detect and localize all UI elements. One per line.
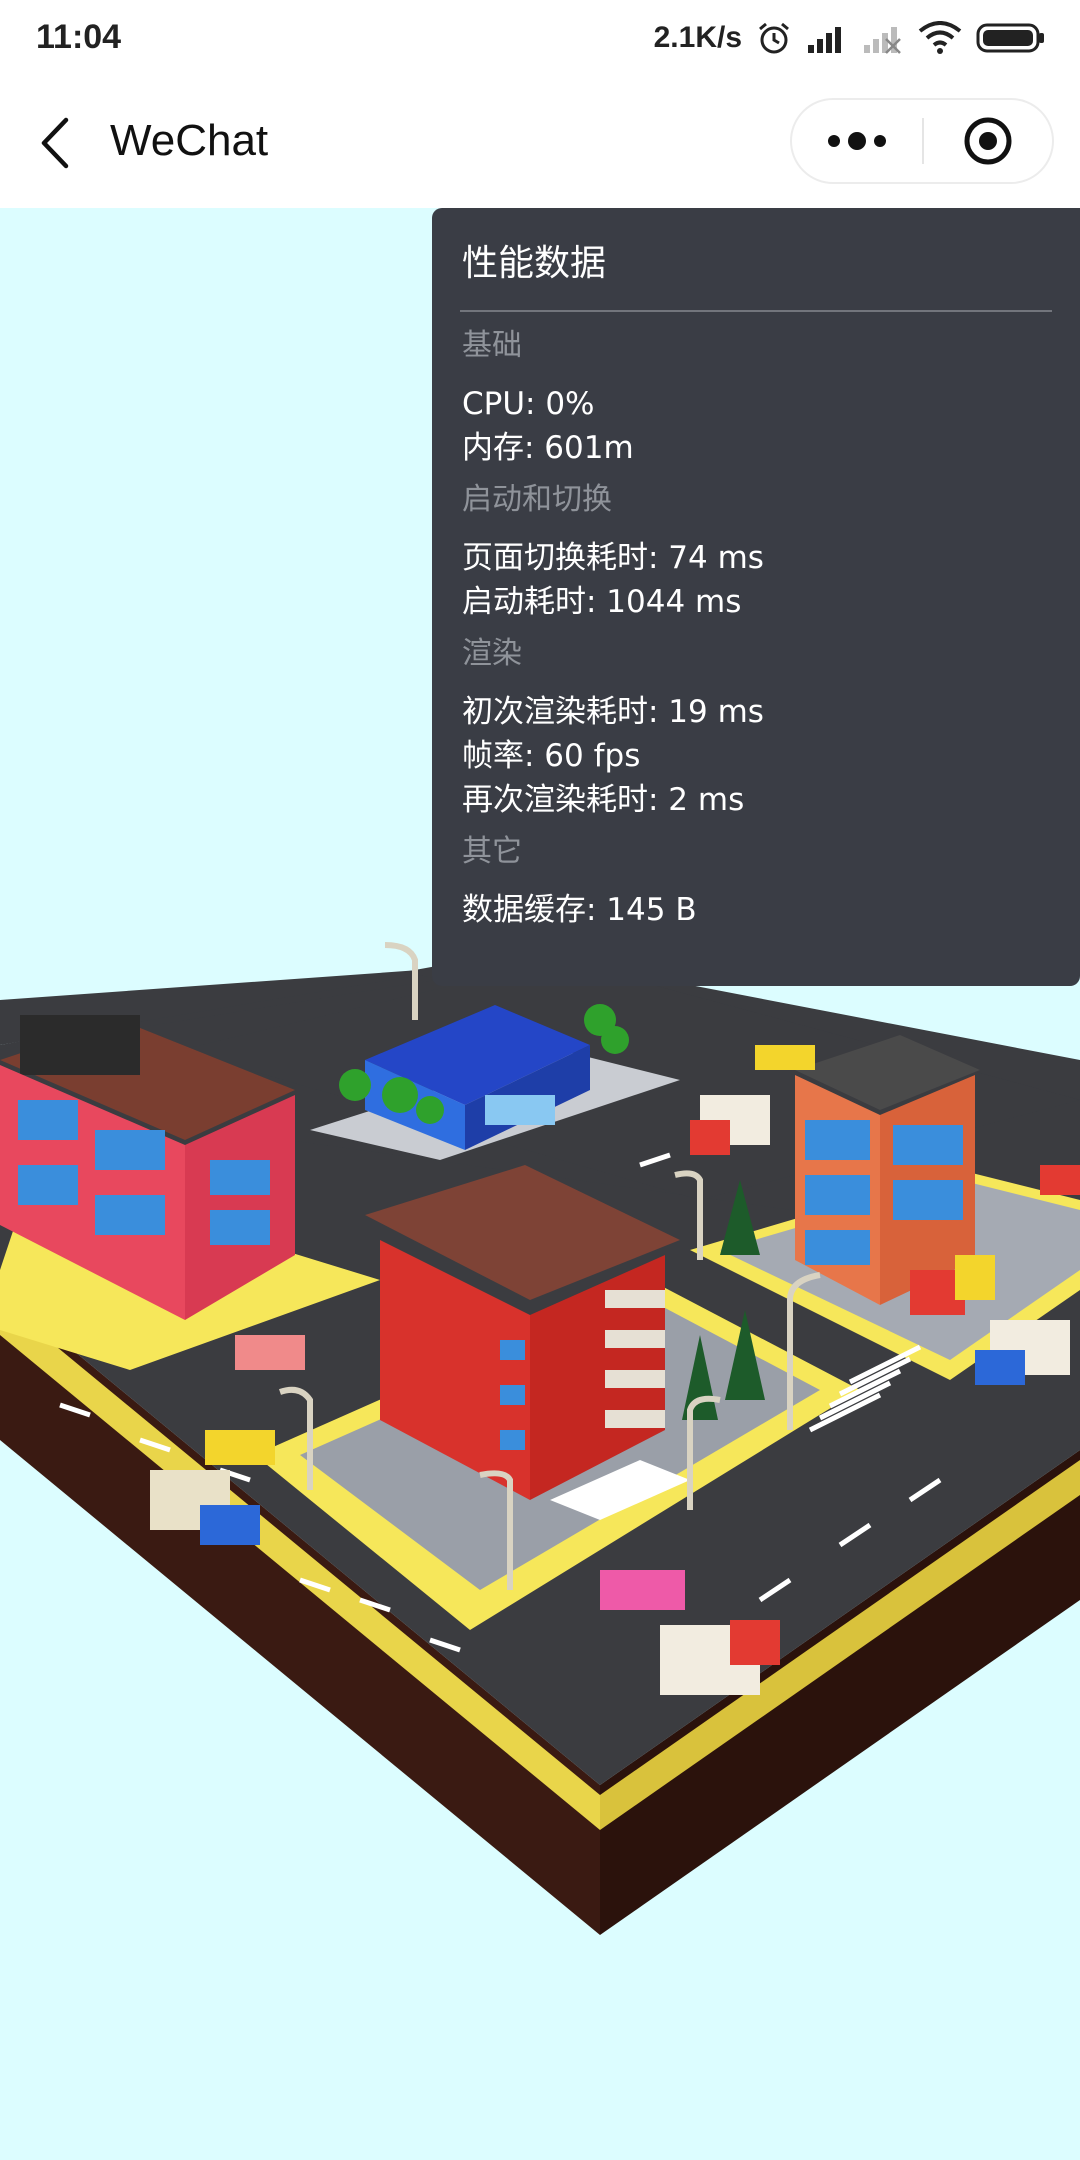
perf-title: 性能数据: [462, 243, 607, 284]
perf-section-basic: 基础 CPU: 0% 内存: 601m: [460, 324, 1052, 470]
signal-icon: [808, 27, 841, 53]
orange-building: [795, 1035, 980, 1305]
target-circle-icon: [964, 117, 1012, 165]
perf-section-launch: 启动和切换 页面切换耗时: 74 ms 启动耗时: 1044 ms: [460, 478, 1052, 624]
battery-icon: [976, 23, 1044, 53]
perf-cpu: CPU: 0%: [462, 386, 595, 422]
status-time: 11:04: [36, 18, 122, 56]
network-speed: 2.1K/s: [653, 21, 742, 54]
wifi-icon: [918, 21, 962, 54]
car-yellow: [205, 1430, 275, 1465]
perf-data-cache: 数据缓存: 145 B: [462, 892, 697, 928]
perf-section-heading: 渲染: [462, 636, 522, 671]
page-title: WeChat: [110, 116, 269, 165]
perf-page-switch-time: 页面切换耗时: 74 ms: [462, 540, 764, 576]
perf-section-heading: 启动和切换: [462, 482, 612, 517]
back-button[interactable]: [30, 108, 82, 178]
car-red-right: [1040, 1165, 1080, 1195]
performance-panel: 性能数据 基础 CPU: 0% 内存: 601m 启动和切换 页面切换耗时: 7…: [432, 208, 1080, 986]
more-button[interactable]: [792, 100, 922, 182]
nav-bar: WeChat: [0, 78, 1080, 208]
close-miniprogram-button[interactable]: [924, 100, 1052, 182]
perf-frame-rate: 帧率: 60 fps: [462, 738, 641, 774]
chevron-left-icon: [41, 117, 69, 169]
status-icons: 2.1K/s: [654, 14, 1046, 62]
perf-rerender-time: 再次渲染耗时: 2 ms: [462, 782, 745, 818]
perf-section-other: 其它 数据缓存: 145 B: [460, 830, 1052, 932]
perf-divider: [460, 310, 1052, 312]
perf-first-render-time: 初次渲染耗时: 19 ms: [462, 694, 764, 730]
more-dots-icon: [828, 132, 886, 150]
perf-launch-time: 启动耗时: 1044 ms: [462, 584, 742, 620]
car-back-yellow: [755, 1045, 815, 1070]
capsule-menu: [790, 98, 1054, 184]
perf-section-heading: 基础: [462, 328, 522, 363]
perf-section-heading: 其它: [462, 834, 522, 869]
status-bar: 11:04 2.1K/s: [0, 0, 1080, 78]
perf-memory: 内存: 601m: [462, 430, 634, 466]
signal-nosim-icon: [864, 27, 901, 54]
perf-section-render: 渲染 初次渲染耗时: 19 ms 帧率: 60 fps 再次渲染耗时: 2 ms: [460, 632, 1052, 822]
alarm-icon: [759, 22, 789, 54]
car-pink: [235, 1335, 305, 1370]
car-magenta: [600, 1570, 685, 1610]
